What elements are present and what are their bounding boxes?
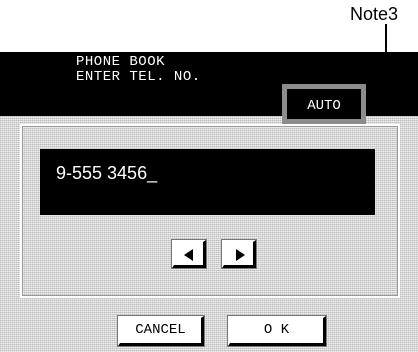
telephone-number-display[interactable]: 9-555 3456_ bbox=[40, 149, 375, 215]
auto-mode-badge: AUTO bbox=[282, 84, 366, 124]
cursor-left-button[interactable] bbox=[171, 239, 207, 269]
header-title-line1: PHONE BOOK bbox=[76, 54, 166, 70]
right-arrow-icon bbox=[236, 249, 245, 261]
auto-mode-label: AUTO bbox=[307, 98, 341, 114]
cursor-right-button[interactable] bbox=[221, 239, 257, 269]
ok-button[interactable]: O K bbox=[227, 315, 327, 347]
cancel-button[interactable]: CANCEL bbox=[117, 315, 205, 347]
note-callout-label: Note3 bbox=[350, 4, 399, 24]
left-arrow-icon bbox=[184, 249, 193, 261]
telephone-number-value: 9-555 3456_ bbox=[56, 163, 158, 183]
header-title-line2: ENTER TEL. NO. bbox=[76, 69, 201, 85]
